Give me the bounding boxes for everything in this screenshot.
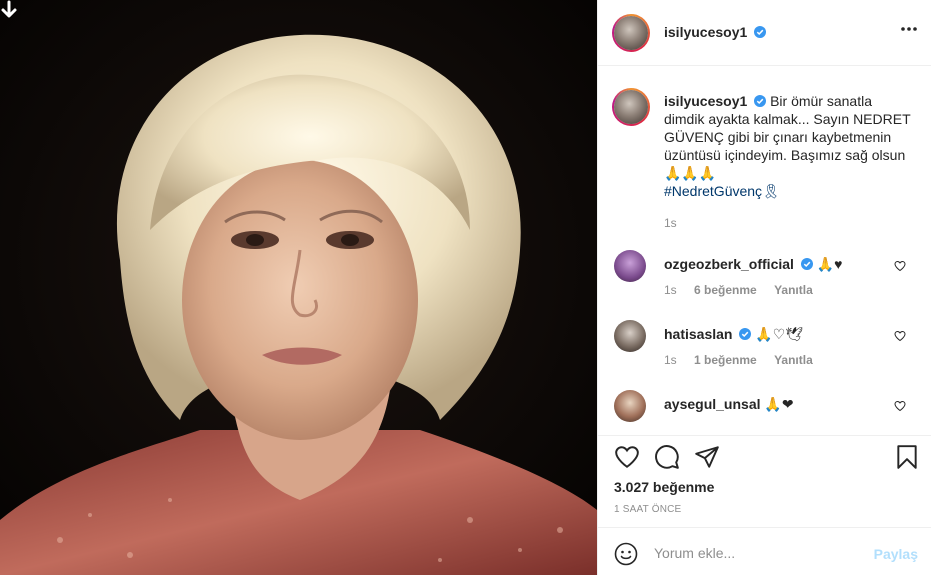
verified-badge-icon xyxy=(754,26,767,38)
commenter-avatar[interactable] xyxy=(614,320,646,352)
comment-icon[interactable] xyxy=(654,444,680,470)
comment-like-heart-icon[interactable] xyxy=(894,330,906,342)
comment-like-heart-icon[interactable] xyxy=(894,260,906,272)
caption-hashtag[interactable]: #NedretGüvenç🎗 xyxy=(664,183,780,199)
comment-item: hatisaslan 🙏♡🕊 1s 1 beğenme Yanıtla xyxy=(598,320,931,380)
more-options-icon[interactable] xyxy=(900,26,918,32)
comment-meta: 1s 1 beğenme Yanıtla xyxy=(664,353,827,367)
post-image[interactable] xyxy=(0,0,597,575)
verified-badge-icon xyxy=(739,328,752,340)
caption-age: 1s xyxy=(664,216,677,230)
portrait-illustration xyxy=(0,0,597,575)
instagram-post-window: isilyucesoy1 isilyucesoy1 Bir ömür sanat… xyxy=(0,0,931,575)
comment-like-heart-icon[interactable] xyxy=(894,400,906,412)
share-icon[interactable] xyxy=(694,444,720,470)
author-username[interactable]: isilyucesoy1 xyxy=(664,24,747,40)
comment-line: ozgeozberk_official 🙏♥ xyxy=(664,256,842,273)
comment-line: aysegul_unsal 🙏❤ xyxy=(664,396,794,413)
comment-age: 1s xyxy=(664,283,677,297)
comment-age: 1s xyxy=(664,353,677,367)
post-header: isilyucesoy1 xyxy=(598,0,931,66)
comment-reply-button[interactable]: Yanıtla xyxy=(774,283,813,297)
comment-text: 🙏❤ xyxy=(764,396,794,412)
comment-reply-button[interactable]: Yanıtla xyxy=(774,353,813,367)
author-name-row: isilyucesoy1 xyxy=(664,24,767,40)
post-timestamp: 1 SAAT ÖNCE xyxy=(614,504,682,515)
comment-form: Paylaş xyxy=(598,527,931,575)
post-comment-button[interactable]: Paylaş xyxy=(874,546,918,562)
caption-author-avatar[interactable] xyxy=(612,88,650,126)
commenter-username[interactable]: hatisaslan xyxy=(664,326,732,342)
emoji-icon[interactable] xyxy=(614,542,638,566)
post-sidebar: isilyucesoy1 isilyucesoy1 Bir ömür sanat… xyxy=(597,0,931,575)
comment-line: hatisaslan 🙏♡🕊 xyxy=(664,326,803,343)
download-arrow-icon[interactable] xyxy=(0,0,18,20)
verified-badge-icon xyxy=(800,258,813,270)
comment-item: ozgeozberk_official 🙏♥ 1s 6 beğenme Yanı… xyxy=(598,250,931,310)
author-avatar[interactable] xyxy=(612,14,650,52)
bookmark-icon[interactable] xyxy=(894,444,920,470)
comment-text: 🙏♡🕊 xyxy=(755,326,804,342)
commenter-username[interactable]: aysegul_unsal xyxy=(664,396,761,412)
commenter-avatar[interactable] xyxy=(614,390,646,422)
like-count[interactable]: 3.027 beğenme xyxy=(614,479,714,495)
comment-likes[interactable]: 6 beğenme xyxy=(694,283,757,297)
verified-badge-icon xyxy=(754,95,767,107)
comment-meta: 1s 6 beğenme Yanıtla xyxy=(664,283,827,297)
comments-scroll-area[interactable]: isilyucesoy1 Bir ömür sanatla dimdik aya… xyxy=(598,66,931,436)
post-action-bar xyxy=(598,444,931,474)
caption-username[interactable]: isilyucesoy1 xyxy=(664,93,747,109)
comment-input[interactable] xyxy=(654,540,854,566)
comment-item: aysegul_unsal 🙏❤ xyxy=(598,390,931,435)
commenter-username[interactable]: ozgeozberk_official xyxy=(664,256,794,272)
comment-text: 🙏♥ xyxy=(816,256,843,272)
heart-icon[interactable] xyxy=(614,444,640,470)
comment-likes[interactable]: 1 beğenme xyxy=(694,353,757,367)
post-caption: isilyucesoy1 Bir ömür sanatla dimdik aya… xyxy=(664,92,914,232)
commenter-avatar[interactable] xyxy=(614,250,646,282)
